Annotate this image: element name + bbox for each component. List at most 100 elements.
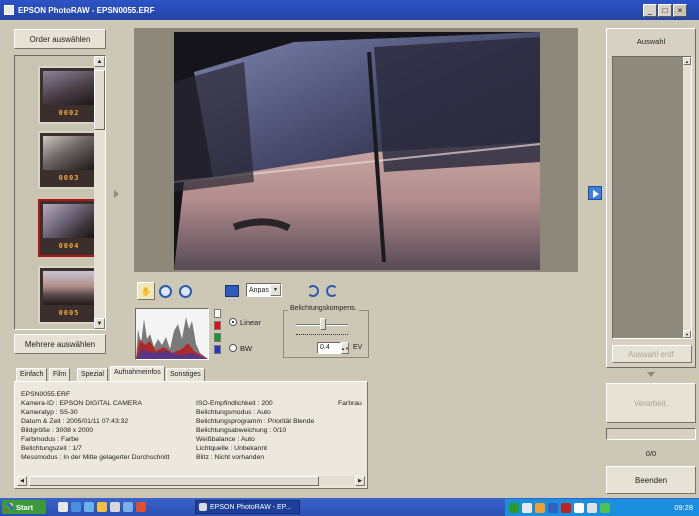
- thumbnail-image: [43, 136, 95, 170]
- selection-panel: Auswahl ▲ ▼ Auswahl entf.: [606, 28, 696, 368]
- tray-network-icon[interactable]: [509, 502, 519, 513]
- tab-aufnahmeinfos[interactable]: Aufnahmeinfos: [110, 366, 165, 382]
- bw-radio[interactable]: [229, 344, 237, 352]
- tray-update-icon[interactable]: [600, 502, 610, 513]
- rotate-left-icon[interactable]: [307, 285, 319, 297]
- thumbnail-image: [43, 204, 95, 238]
- process-button[interactable]: Verarbeit.: [606, 383, 696, 423]
- mail-icon[interactable]: [123, 502, 133, 512]
- thumbnail-list: 0002 0003 0004 0005 ▲ ▼: [14, 55, 106, 330]
- expand-right-button[interactable]: [588, 186, 602, 200]
- photo-preview[interactable]: [174, 32, 540, 270]
- tab-sonstiges[interactable]: Sonstiges: [166, 368, 205, 382]
- info-iso: ISO-Empfindlichkeit : 200: [196, 400, 273, 407]
- exposure-unit: EV: [353, 344, 363, 351]
- info-flash: Blitz : Nicht vorhanden: [196, 454, 265, 461]
- info-horizontal-scrollbar[interactable]: ◀ ▶: [17, 476, 365, 486]
- window-title: EPSON PhotoRAW - EPSN0055.ERF: [18, 5, 155, 15]
- music-icon[interactable]: [110, 502, 120, 512]
- collapse-down-arrow-icon[interactable]: [647, 372, 655, 377]
- select-multiple-button[interactable]: Mehrere auswählen: [14, 334, 106, 354]
- expand-left-arrow-icon[interactable]: [114, 190, 119, 198]
- thumbnail-scrollbar[interactable]: ▲ ▼: [94, 56, 105, 329]
- browser-icon[interactable]: [71, 502, 81, 512]
- thumbnail-0002[interactable]: 0002: [38, 66, 100, 124]
- fit-select-value: Anpas: [249, 286, 269, 294]
- tray-display-icon[interactable]: [548, 502, 558, 513]
- tab-einfach[interactable]: Einfach: [16, 368, 48, 382]
- tray-printer-icon[interactable]: [574, 502, 584, 513]
- zoom-out-icon[interactable]: [179, 285, 192, 298]
- info-right-column: ISO-Empfindlichkeit : 200 Belichtungsmod…: [196, 399, 314, 462]
- info-exposure-program: Belichtungsprogramm : Priorität Blende: [196, 418, 315, 425]
- info-exposure-time: Belichtungszeit : 1/7: [21, 445, 82, 452]
- photoraw-task-icon: [199, 503, 207, 511]
- thumbnail-0005[interactable]: 0005: [38, 266, 100, 324]
- scrollbar-thumb[interactable]: [94, 70, 105, 130]
- quit-button[interactable]: Beenden: [606, 466, 696, 494]
- title-bar: EPSON PhotoRAW - EPSN0055.ERF: [0, 0, 699, 20]
- scroll-down-arrow-icon[interactable]: ▼: [94, 318, 105, 329]
- info-left-column: Kamera-ID : EPSON DIGITAL CAMERA Kamerat…: [21, 399, 169, 462]
- hand-tool-icon[interactable]: ✋: [137, 282, 155, 300]
- tray-antivirus-icon[interactable]: [561, 502, 571, 513]
- minimize-button[interactable]: _: [643, 4, 657, 17]
- thumbnail-number: 0002: [58, 109, 80, 117]
- progress-bar: [606, 428, 696, 440]
- exposure-stepper[interactable]: ▲▼: [341, 342, 349, 354]
- zoom-in-icon[interactable]: [159, 285, 172, 298]
- channel-blue-swatch[interactable]: [214, 345, 221, 354]
- info-exposure-mode: Belichtungsmodus : Auto: [196, 409, 271, 416]
- info-color-space: Farbrau: [338, 400, 362, 407]
- horizontal-scrollbar-thumb[interactable]: [29, 476, 319, 486]
- app-launcher-icon[interactable]: [136, 502, 146, 512]
- exposure-slider-thumb[interactable]: [320, 318, 326, 330]
- channel-all-swatch[interactable]: [214, 309, 221, 318]
- info-metering-mode: Messmodus : In der Mitte gelagerter Durc…: [21, 454, 170, 461]
- thumbnail-image: [43, 71, 95, 105]
- scroll-up-arrow-icon[interactable]: ▲: [683, 57, 691, 65]
- scroll-up-arrow-icon[interactable]: ▲: [94, 56, 105, 67]
- explorer-icon[interactable]: [84, 502, 94, 512]
- info-exposure-bias: Belichtungsabweichung : 0/10: [196, 427, 287, 434]
- tray-volume-icon[interactable]: [522, 502, 532, 513]
- thumbnail-0003[interactable]: 0003: [38, 131, 100, 189]
- scroll-left-arrow-icon[interactable]: ◀: [17, 476, 27, 486]
- desktop-icon[interactable]: [58, 502, 68, 512]
- linear-label: Linear: [240, 318, 261, 327]
- select-folder-button[interactable]: Order auswählen: [14, 29, 106, 49]
- media-icon[interactable]: [97, 502, 107, 512]
- play-arrow-icon: [593, 190, 599, 198]
- linear-radio[interactable]: [229, 318, 237, 326]
- tab-spezial[interactable]: Spezial: [77, 368, 108, 382]
- selection-scrollbar[interactable]: ▲ ▼: [683, 57, 691, 338]
- tab-film[interactable]: Film: [49, 368, 71, 382]
- scroll-right-arrow-icon[interactable]: ▶: [355, 476, 365, 486]
- thumbnail-number: 0004: [58, 242, 80, 250]
- rotate-right-icon[interactable]: [326, 285, 338, 297]
- tray-clock: 09:28: [674, 503, 693, 512]
- chevron-down-icon[interactable]: ▼: [270, 284, 281, 296]
- maximize-button[interactable]: □: [658, 4, 672, 17]
- fit-select[interactable]: Anpas ▼: [246, 283, 282, 297]
- channel-green-swatch[interactable]: [214, 333, 221, 342]
- channel-red-swatch[interactable]: [214, 321, 221, 330]
- taskbar-task-label: EPSON PhotoRAW - EP...: [210, 503, 292, 511]
- info-image-size: Bildgröße : 3008 x 2000: [21, 427, 94, 434]
- exposure-value-input[interactable]: 0.4: [317, 342, 341, 354]
- start-button[interactable]: Start: [2, 500, 46, 514]
- windows-logo-icon: [5, 503, 13, 511]
- info-date-time: Datum & Zeit : 2005/01/11 07:43:32: [21, 418, 129, 425]
- scroll-down-arrow-icon[interactable]: ▼: [683, 330, 691, 338]
- fit-view-icon[interactable]: [225, 285, 239, 297]
- tray-security-icon[interactable]: [535, 502, 545, 513]
- info-panel: EPSN0055.ERF Kamera-ID : EPSON DIGITAL C…: [14, 381, 368, 489]
- thumbnail-0004-selected[interactable]: 0004: [38, 199, 100, 257]
- preview-area: [134, 28, 578, 272]
- taskbar-photoraw-button[interactable]: EPSON PhotoRAW - EP...: [195, 500, 300, 514]
- close-button[interactable]: ×: [673, 4, 687, 17]
- remove-selection-button[interactable]: Auswahl entf.: [612, 345, 692, 363]
- slider-ticks: [296, 334, 348, 337]
- histogram-graph: [136, 317, 208, 359]
- tray-sync-icon[interactable]: [587, 502, 597, 513]
